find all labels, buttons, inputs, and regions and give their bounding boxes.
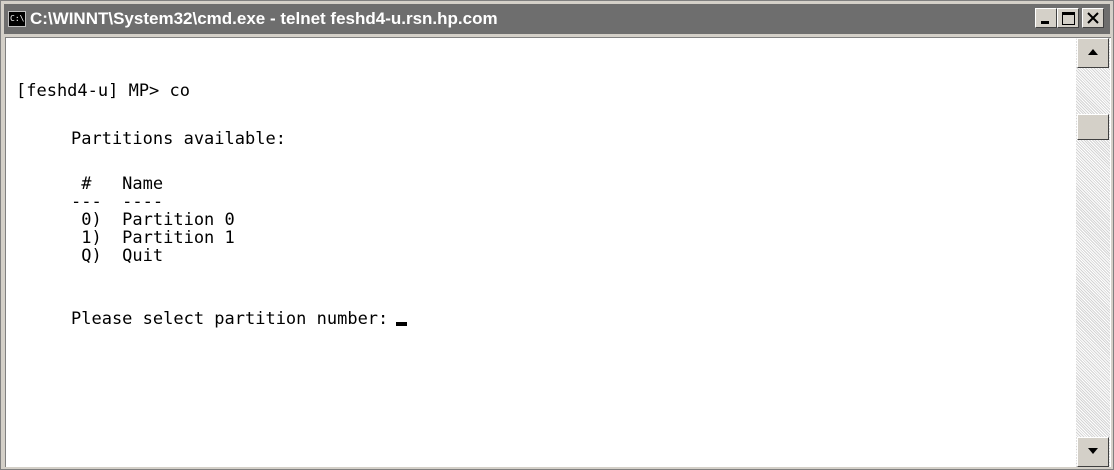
console-client-area: [feshd4-u] MP> co Partitions available: … xyxy=(5,37,1111,467)
scrollbar-thumb[interactable] xyxy=(1077,114,1109,140)
console-icon[interactable]: C:\ xyxy=(8,11,26,27)
arrow-down-icon xyxy=(1088,448,1098,454)
selection-prompt: Please select partition number: xyxy=(71,309,389,329)
title-bar[interactable]: C:\ C:\WINNT\System32\cmd.exe - telnet f… xyxy=(4,4,1110,34)
console-window: C:\ C:\WINNT\System32\cmd.exe - telnet f… xyxy=(0,0,1114,470)
arrow-up-icon xyxy=(1088,49,1098,55)
partitions-heading: Partitions available: xyxy=(71,129,286,149)
scroll-up-button[interactable] xyxy=(1077,38,1109,68)
maximize-button[interactable] xyxy=(1057,8,1079,28)
partition-table-header: # Name xyxy=(71,174,164,194)
partition-option-0: 0) Partition 0 xyxy=(71,210,235,230)
partition-table-divider: --- ---- xyxy=(71,192,164,212)
vertical-scrollbar[interactable] xyxy=(1076,38,1110,467)
window-title: C:\WINNT\System32\cmd.exe - telnet feshd… xyxy=(30,9,498,28)
partition-option-quit: Q) Quit xyxy=(71,246,164,266)
close-button[interactable] xyxy=(1082,8,1104,28)
close-icon xyxy=(1087,12,1099,24)
scroll-down-button[interactable] xyxy=(1077,437,1109,467)
command-prompt-line: [feshd4-u] MP> co xyxy=(16,81,190,101)
text-cursor xyxy=(396,322,408,326)
console-output[interactable]: [feshd4-u] MP> co Partitions available: … xyxy=(6,38,1076,467)
partition-option-1: 1) Partition 1 xyxy=(71,228,235,248)
selection-prompt-line: Please select partition number: xyxy=(71,309,408,329)
minimize-button[interactable] xyxy=(1035,8,1057,28)
